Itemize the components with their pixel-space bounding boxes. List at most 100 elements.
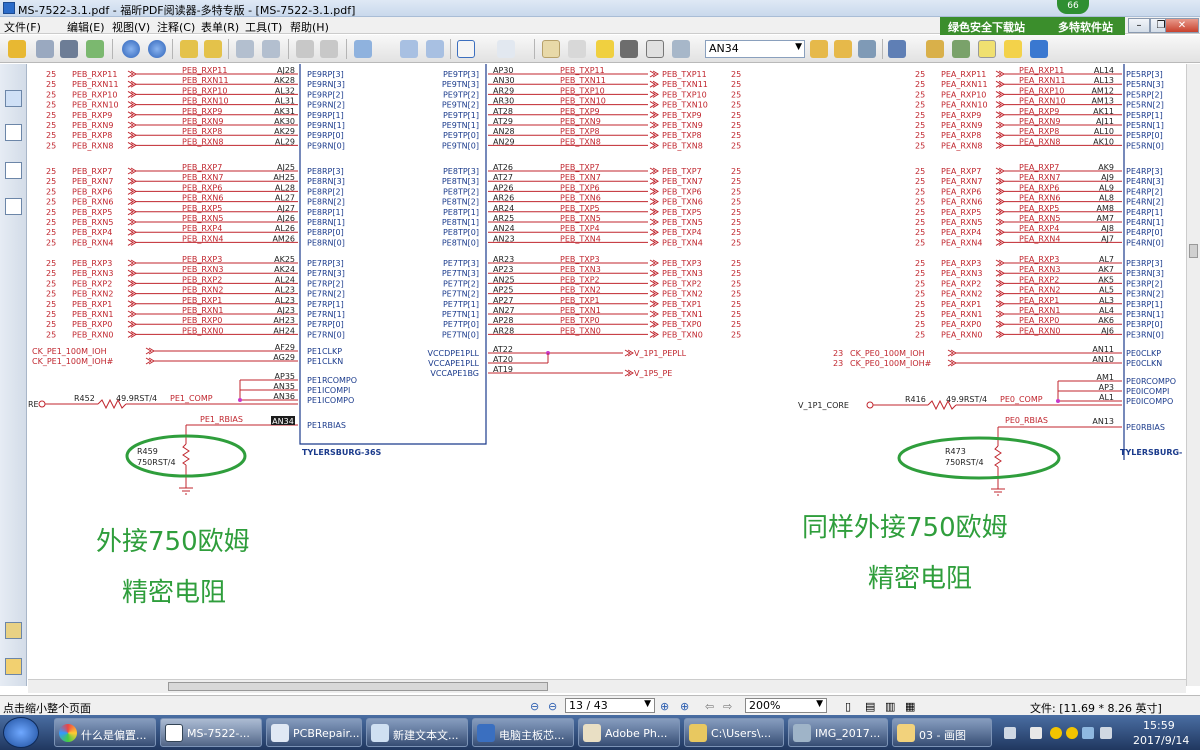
horizontal-scrollbar[interactable] [28,679,1186,693]
ad-banner[interactable]: 绿色安全下载站 多特软件站 [940,17,1125,35]
search-input[interactable]: AN34 ▼ [705,40,805,58]
task-item[interactable]: 电脑主板芯... [472,718,574,747]
comments-icon[interactable] [5,622,22,639]
first-page-icon[interactable]: ⊖ [530,700,539,713]
start-button[interactable] [3,717,39,748]
select-text-icon[interactable] [568,40,586,58]
task-item[interactable]: 03 - 画图 [892,718,992,747]
schematic-label: 25 [46,90,56,99]
draw-icon[interactable] [952,40,970,58]
back-icon[interactable] [180,40,198,58]
paste-icon[interactable] [262,40,280,58]
arrow-tool-icon[interactable] [1030,40,1048,58]
task-item[interactable]: 什么是偏置... [54,718,156,747]
task-item[interactable]: C:\Users\... [684,718,784,747]
redo-icon[interactable] [320,40,338,58]
keyboard-icon[interactable] [1004,727,1016,739]
task-item[interactable]: Adobe Ph... [578,718,680,747]
attachments-icon[interactable] [5,198,22,215]
typewriter-icon[interactable] [646,40,664,58]
single-page-icon[interactable]: ▯ [845,700,851,713]
close-button[interactable]: ✕ [1165,18,1199,33]
copy-icon[interactable] [236,40,254,58]
open-icon[interactable] [8,40,26,58]
highlight-icon[interactable] [926,40,944,58]
annotation-arrow-icon[interactable] [596,40,614,58]
pen-icon[interactable] [888,40,906,58]
qq-icon[interactable] [1066,727,1078,739]
menu-help[interactable]: 帮助(H) [290,19,329,35]
schematic-label: VCCDPE1PLL [427,349,479,358]
menu-tools[interactable]: 工具(T) [245,19,282,35]
textbox-icon[interactable] [978,40,996,58]
back-nav-icon[interactable]: ⇦ [705,700,714,713]
schematic-label: PE9RN[3] [307,80,345,89]
status-hint: 点击缩小整个页面 [3,702,91,715]
facing-continuous-icon[interactable]: ▦ [905,700,915,713]
chevron-down-icon[interactable]: ▼ [816,699,823,709]
pdf-reader-icon [165,724,183,742]
continuous-icon[interactable]: ▤ [865,700,875,713]
layers-icon[interactable] [5,162,22,179]
email-icon[interactable] [86,40,104,58]
clip-icon[interactable] [5,658,22,675]
zoom-in-icon[interactable] [497,40,515,58]
search-prev-icon[interactable] [810,40,828,58]
forward-icon[interactable] [204,40,222,58]
chevron-down-icon[interactable]: ▼ [644,699,651,709]
prev-page-icon[interactable] [122,40,140,58]
scroll-thumb[interactable] [168,682,548,691]
vertical-scrollbar[interactable] [1186,64,1200,686]
volume-icon[interactable] [1100,727,1112,739]
page-number-field[interactable]: 13 / 43 ▼ [565,698,655,713]
zoom-select[interactable]: 200% ▼ [745,698,827,713]
document-view[interactable]: 25 PEB_RXP11 PEB_RXP11 AJ28 PE9RP[3] 25 PEB_RX… [28,64,1186,679]
search-icon[interactable] [858,40,876,58]
off-page-connector [127,90,137,98]
menu-edit[interactable]: 编辑(E) [67,19,105,35]
menu-view[interactable]: 视图(V) [112,19,150,35]
hand-tool-icon[interactable] [542,40,560,58]
last-page-icon[interactable]: ⊕ [680,700,689,713]
off-page-connector [649,90,659,98]
minimize-button[interactable]: – [1128,18,1150,33]
task-item[interactable]: IMG_2017... [788,718,888,747]
menu-form[interactable]: 表单(R) [201,19,239,35]
menu-file[interactable]: 文件(F) [4,19,41,35]
fit-width-icon[interactable] [426,40,444,58]
schematic-label: PEB_TXN7 [560,173,601,182]
forward-nav-icon[interactable]: ⇨ [723,700,732,713]
network-icon[interactable] [1082,727,1094,739]
save-icon[interactable] [36,40,54,58]
input-method-icon[interactable] [1030,727,1042,739]
schematic-label: PEB_TXN1 [560,306,601,315]
schematic-label: PEA_RXP4 [1019,224,1059,233]
find-binoculars-icon[interactable] [620,40,638,58]
zoom-out-icon[interactable] [457,40,475,58]
next-icon[interactable]: ⊕ [660,700,669,713]
fit-page-icon[interactable] [400,40,418,58]
snapshot-icon[interactable] [672,40,690,58]
task-item[interactable]: PCBRepair... [266,718,362,747]
task-label: 什么是偏置... [81,729,147,742]
pages-icon[interactable] [5,124,22,141]
schematic-label: 25 [731,238,741,247]
task-item[interactable]: MS-7522-... [160,718,262,747]
schematic-label: 25 [46,218,56,227]
facing-icon[interactable]: ▥ [885,700,895,713]
note-icon[interactable] [1004,40,1022,58]
search-next-icon[interactable] [834,40,852,58]
print-icon[interactable] [60,40,78,58]
bookmarks-icon[interactable] [5,90,22,107]
schematic-label: PE3RN[3] [1126,269,1164,278]
schematic-label: PE5RP[2] [1126,90,1163,99]
prev-icon[interactable]: ⊖ [548,700,557,713]
chevron-down-icon[interactable]: ▼ [795,42,802,52]
zoom-tool-icon[interactable] [354,40,372,58]
task-item[interactable]: 新建文本文... [366,718,468,747]
qq-icon[interactable] [1050,727,1062,739]
undo-icon[interactable] [296,40,314,58]
scroll-thumb[interactable] [1189,244,1198,258]
menu-comment[interactable]: 注释(C) [157,19,195,35]
next-page-icon[interactable] [148,40,166,58]
